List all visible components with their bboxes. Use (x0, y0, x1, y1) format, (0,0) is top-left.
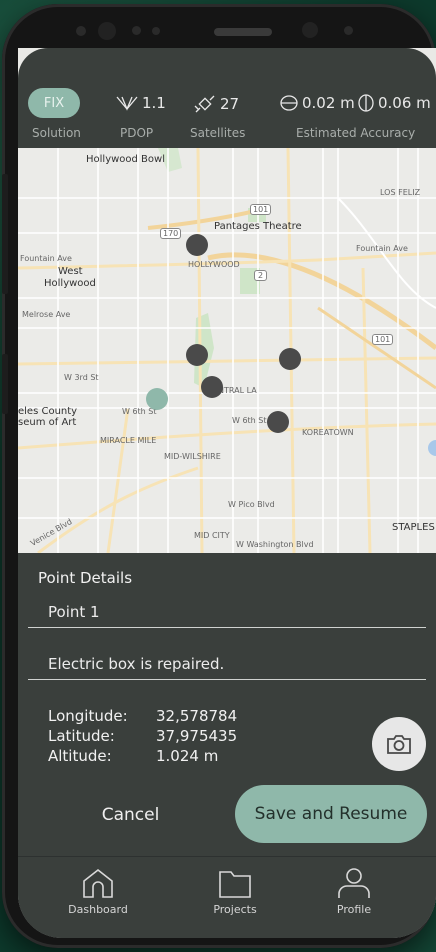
horizontal-accuracy-value: 0.02 m (302, 94, 355, 112)
vertical-accuracy-icon (358, 94, 374, 112)
point-name-field[interactable] (28, 597, 426, 628)
map-label-los-feliz: LOS FELIZ (380, 188, 421, 197)
map-pin-icon[interactable] (279, 348, 301, 370)
map-label-w-pico-blvd: W Pico Blvd (228, 500, 275, 509)
solution-caption: Solution (32, 126, 81, 140)
map-label-w-washington-blvd: W Washington Blvd (236, 540, 314, 549)
longitude-label: Longitude: (48, 707, 128, 725)
vertical-accuracy: 0.06 m (358, 94, 431, 112)
sensor (132, 26, 141, 35)
pdop-value: 1.1 (142, 94, 166, 112)
map-pin-icon[interactable] (267, 411, 289, 433)
satellites-caption: Satellites (190, 126, 246, 140)
volume-button (2, 174, 8, 294)
iris-camera (302, 22, 318, 38)
camera-icon (387, 735, 411, 754)
longitude-row: Longitude: 32,578784 (48, 706, 237, 726)
map-roads (18, 148, 436, 553)
vertical-accuracy-value: 0.06 m (378, 94, 431, 112)
map-label-mid-wilshire: MID-WILSHIRE (164, 452, 221, 461)
tab-label: Dashboard (68, 903, 128, 916)
folder-icon (219, 871, 251, 898)
pdop-stat: 1.1 (116, 94, 166, 112)
horizontal-accuracy: 0.02 m (280, 94, 355, 112)
map-label-w-6th-st-east: W 6th St (232, 416, 267, 425)
map-label-w-3rd-st: W 3rd St (64, 373, 99, 382)
map-label-staples: STAPLES (392, 522, 435, 533)
latitude-value: 37,975435 (156, 727, 238, 745)
map-label-koreatown: KOREATOWN (302, 428, 354, 437)
map-label-miracle-mile: MIRACLE MILE (100, 436, 157, 445)
map-label-melrose-ave: Melrose Ave (22, 310, 71, 319)
sensor (344, 26, 353, 35)
altitude-row: Altitude: 1.024 m (48, 746, 237, 766)
save-and-resume-button[interactable]: Save and Resume (235, 785, 427, 843)
map-label-hollywood-bowl: Hollywood Bowl (86, 154, 165, 165)
tab-projects[interactable]: Projects (185, 867, 285, 916)
satellites-stat: 27 (194, 94, 239, 114)
satellite-icon (194, 95, 215, 113)
tab-dashboard[interactable]: Dashboard (48, 867, 148, 916)
tab-label: Projects (213, 903, 257, 916)
horizontal-accuracy-icon (280, 95, 298, 111)
fix-badge[interactable]: FIX (28, 88, 80, 118)
cancel-button[interactable]: Cancel (58, 793, 203, 837)
latitude-row: Latitude: 37,975435 (48, 726, 237, 746)
map-label-west-hollywood-1: West (58, 266, 83, 277)
camera-button[interactable] (372, 717, 426, 771)
pdop-caption: PDOP (120, 126, 154, 140)
latitude-label: Latitude: (48, 727, 115, 745)
note-field[interactable] (28, 649, 426, 680)
map-label-hollywood: HOLLYWOOD (188, 260, 240, 269)
map-pin-icon[interactable] (186, 344, 208, 366)
map-label-mid-city: MID CITY (194, 531, 230, 540)
user-icon (338, 868, 370, 898)
gnss-status-bar: FIX 1.1 27 0.02 m 0.06 m Solution PDOP S… (18, 48, 436, 148)
longitude-value: 32,578784 (156, 707, 238, 725)
home-icon (83, 868, 113, 898)
map-label-central-la: NTRAL LA (218, 386, 257, 395)
map-pin-icon[interactable] (186, 234, 208, 256)
highway-shield-170: 170 (160, 228, 182, 239)
bottom-tab-bar: Dashboard Projects Profile (18, 856, 436, 938)
map-pin-icon[interactable] (201, 376, 223, 398)
pdop-icon (116, 96, 138, 111)
speaker (214, 28, 272, 36)
front-camera (98, 22, 116, 40)
map-label-fountain-ave-east: Fountain Ave (356, 244, 408, 253)
sensor (152, 27, 160, 35)
map-label-west-hollywood: Hollywood (44, 278, 96, 289)
map-label-la-county-museum: eles County seum of Art (18, 406, 78, 428)
accuracy-caption: Estimated Accuracy (296, 126, 416, 140)
app-screen: FIX 1.1 27 0.02 m 0.06 m Solution PDOP S… (18, 48, 436, 938)
altitude-label: Altitude: (48, 747, 112, 765)
map-view[interactable]: Hollywood Bowl Pantages Theatre HOLLYWOO… (18, 148, 436, 553)
phone-frame: FIX 1.1 27 0.02 m 0.06 m Solution PDOP S… (2, 4, 436, 948)
point-name-input[interactable] (28, 597, 408, 627)
note-input[interactable] (28, 649, 408, 679)
map-label-fountain-ave: Fountain Ave (20, 254, 72, 263)
highway-shield-101: 101 (250, 204, 272, 215)
coordinates-block: Longitude: 32,578784 Latitude: 37,975435… (48, 706, 237, 766)
tab-label: Profile (336, 903, 372, 916)
tab-profile[interactable]: Profile (304, 867, 404, 916)
satellites-value: 27 (220, 95, 240, 113)
sensor (76, 26, 86, 36)
map-pin-icon[interactable] (146, 388, 168, 410)
map-label-pantages: Pantages Theatre (214, 221, 302, 232)
highway-shield-101-east: 101 (372, 334, 394, 345)
side-button (2, 354, 8, 414)
altitude-value: 1.024 m (156, 747, 219, 765)
highway-shield-2: 2 (254, 270, 268, 281)
sheet-title: Point Details (38, 569, 133, 587)
